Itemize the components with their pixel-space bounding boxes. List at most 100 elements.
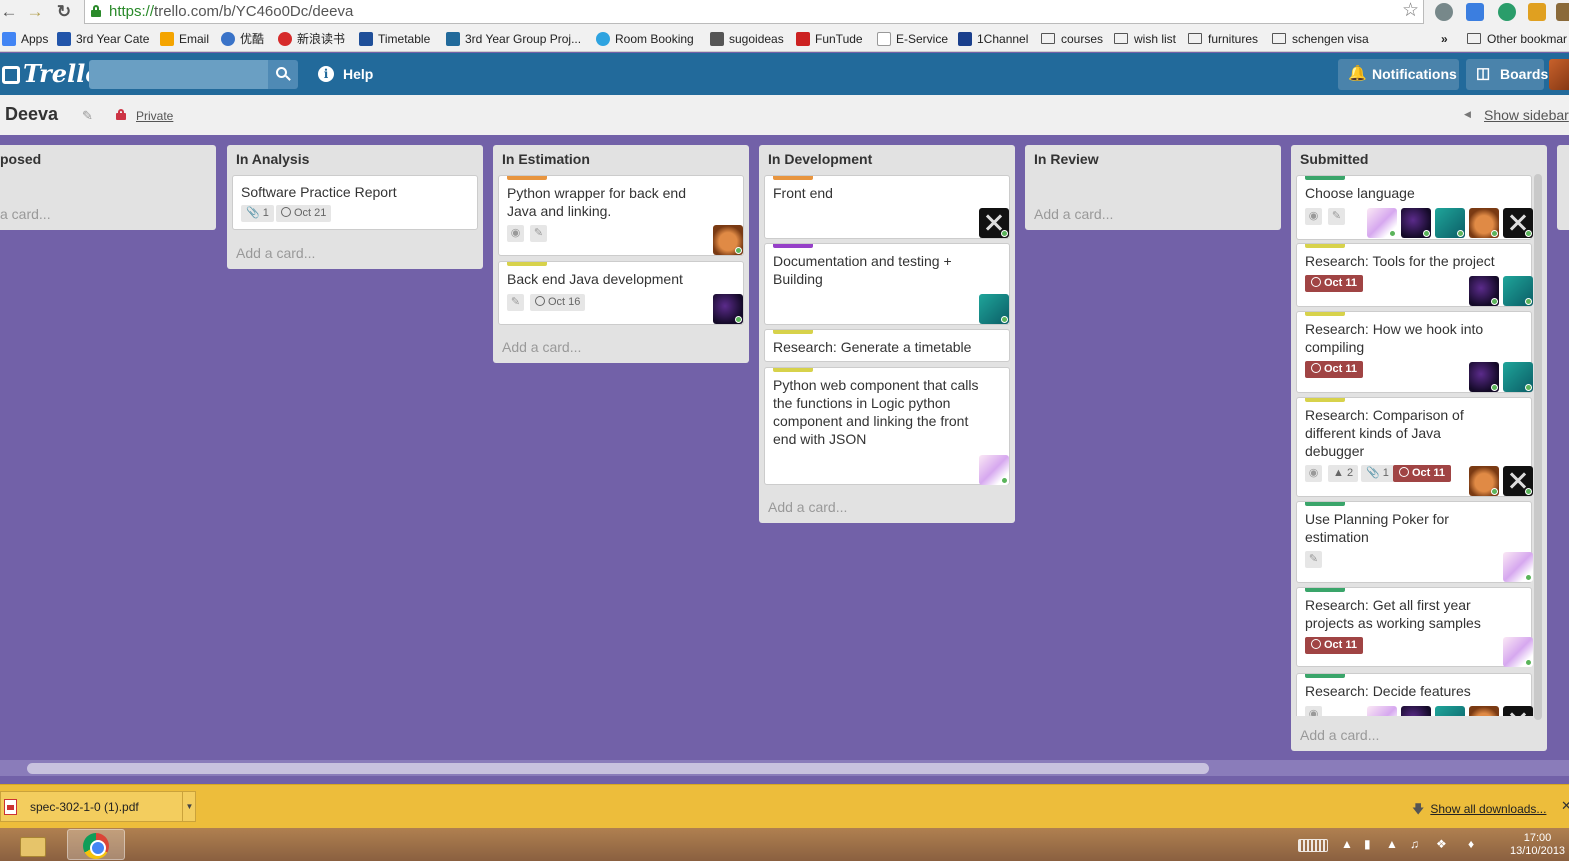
bookmark-folder-furnitures[interactable]: furnitures: [1188, 30, 1258, 48]
help-link[interactable]: i Help: [318, 64, 373, 84]
show-sidebar-link[interactable]: Show sidebar: [1484, 107, 1569, 123]
network-icon[interactable]: ▲: [1386, 837, 1398, 851]
member-avatar[interactable]: [979, 455, 1009, 485]
member-avatar[interactable]: [979, 294, 1009, 324]
close-icon[interactable]: ✕: [1561, 798, 1569, 814]
card[interactable]: Front end: [764, 175, 1010, 239]
dropbox-icon[interactable]: ❖: [1436, 837, 1447, 851]
bluetooth-icon[interactable]: ♦: [1468, 837, 1474, 851]
boards-button[interactable]: ◫ Boards: [1466, 59, 1548, 90]
card[interactable]: Research: Get all first year projects as…: [1296, 587, 1533, 667]
bookmark-3rd-year-cate[interactable]: 3rd Year Cate: [57, 30, 149, 48]
card[interactable]: Choose language ◉ ✎: [1296, 175, 1533, 240]
bookmark-timetable[interactable]: Timetable: [359, 30, 430, 48]
member-avatar[interactable]: [1469, 466, 1499, 496]
explorer-taskbar-button[interactable]: [3, 829, 61, 860]
member-avatar[interactable]: [1435, 706, 1465, 716]
add-card-link[interactable]: a card...: [0, 206, 51, 222]
back-icon[interactable]: ←: [0, 1, 20, 23]
member-avatar[interactable]: [1503, 637, 1533, 667]
tray-expand-icon[interactable]: ▲: [1341, 837, 1353, 851]
system-clock[interactable]: 17:00 13/10/2013: [1510, 832, 1565, 858]
chrome-taskbar-button[interactable]: [67, 829, 125, 860]
member-avatar[interactable]: [1469, 362, 1499, 392]
member-avatar[interactable]: [713, 294, 743, 324]
translate-icon[interactable]: [1466, 3, 1484, 21]
bookmark-folder-wish-list[interactable]: wish list: [1114, 30, 1176, 48]
room-booking-icon: [596, 32, 610, 46]
member-avatar[interactable]: [1503, 362, 1533, 392]
bookmark-sina-reading[interactable]: 新浪读书: [278, 30, 345, 48]
add-card-link[interactable]: Add a card...: [502, 339, 581, 355]
show-all-downloads-link[interactable]: 🡇 Show all downloads...: [1412, 800, 1546, 821]
bookmark-room-booking[interactable]: Room Booking: [596, 30, 694, 48]
forward-icon[interactable]: →: [24, 1, 46, 23]
add-card-link[interactable]: Add a card...: [768, 499, 847, 515]
device-icon[interactable]: ▮: [1364, 837, 1371, 851]
menu-extension-icon[interactable]: [1556, 3, 1569, 21]
bookmark-e-service[interactable]: E-Service: [877, 30, 948, 48]
search-input[interactable]: [89, 60, 268, 89]
member-avatar[interactable]: [713, 225, 743, 255]
member-avatar[interactable]: [1469, 276, 1499, 306]
card[interactable]: Research: Comparison of different kinds …: [1296, 397, 1533, 497]
other-bookmarks[interactable]: Other bookmar: [1467, 30, 1567, 48]
member-avatar[interactable]: [1469, 208, 1499, 238]
member-avatar[interactable]: [1367, 208, 1397, 238]
bookmark-folder-courses[interactable]: courses: [1041, 30, 1103, 48]
add-card-link[interactable]: Add a card...: [1034, 206, 1113, 222]
bookmark-youku[interactable]: 优酷: [221, 30, 264, 48]
flag-extension-icon[interactable]: [1528, 3, 1546, 21]
member-avatar[interactable]: [1503, 706, 1533, 716]
add-card-link[interactable]: Add a card...: [1300, 727, 1379, 743]
keyboard-icon[interactable]: [1298, 839, 1328, 852]
card[interactable]: Research: Generate a timetable: [764, 329, 1010, 362]
card[interactable]: Research: How we hook into compiling Oct…: [1296, 311, 1533, 393]
member-avatar[interactable]: [1401, 706, 1431, 716]
member-avatar[interactable]: [1503, 552, 1533, 582]
member-avatar[interactable]: [1367, 706, 1397, 716]
bookmark-email[interactable]: Email: [160, 30, 209, 48]
member-avatar[interactable]: [1503, 276, 1533, 306]
card[interactable]: Use Planning Poker for estimation ✎: [1296, 501, 1533, 583]
member-avatar[interactable]: [979, 208, 1009, 238]
bookmark-group-project[interactable]: 3rd Year Group Proj...: [446, 30, 581, 48]
board-title[interactable]: Deeva: [5, 104, 58, 125]
bookmark-1channel[interactable]: 1Channel: [958, 30, 1028, 48]
add-card-link[interactable]: Add a card...: [236, 245, 315, 261]
bookmark-folder-schengen-visa[interactable]: schengen visa: [1272, 30, 1369, 48]
bookmarks-overflow-button[interactable]: »: [1441, 30, 1448, 48]
user-avatar[interactable]: [1549, 59, 1569, 90]
download-item[interactable]: spec-302-1-0 (1).pdf ▼: [0, 791, 196, 822]
reload-icon[interactable]: ↻: [53, 1, 75, 23]
visibility-link[interactable]: Private: [136, 109, 173, 123]
trello-logo[interactable]: Trello: [2, 61, 101, 87]
bookmark-funtude[interactable]: FunTude: [796, 30, 863, 48]
board-scrollbar-thumb[interactable]: [27, 763, 1209, 774]
member-avatar[interactable]: [1503, 466, 1533, 496]
list-scrollbar[interactable]: [1534, 174, 1542, 720]
card[interactable]: Research: Tools for the project Oct 11: [1296, 243, 1533, 307]
address-bar[interactable]: https://trello.com/b/YC46o0Dc/deeva ☆: [84, 0, 1424, 24]
card[interactable]: Software Practice Report 📎 1 Oct 21: [232, 175, 478, 230]
card[interactable]: Back end Java development ✎ Oct 16: [498, 261, 744, 325]
chevron-down-icon[interactable]: ▼: [182, 792, 196, 821]
edit-pencil-icon[interactable]: ✎: [82, 108, 93, 124]
checkmark-extension-icon[interactable]: [1498, 3, 1516, 21]
member-avatar[interactable]: [1401, 208, 1431, 238]
bookmark-apps[interactable]: Apps: [2, 30, 48, 48]
member-avatar[interactable]: [1469, 706, 1499, 716]
card[interactable]: Python web component that calls the func…: [764, 367, 1010, 485]
bookmark-star-icon[interactable]: ☆: [1402, 0, 1419, 22]
bookmark-sugoideas[interactable]: sugoideas: [710, 30, 784, 48]
windows-taskbar: ▲ ▮ ▲ ♫ ❖ ♦ 17:00 13/10/2013: [0, 828, 1569, 861]
member-avatar[interactable]: [1435, 208, 1465, 238]
volume-icon[interactable]: ♫: [1410, 837, 1419, 851]
card[interactable]: Research: Decide features ◉: [1296, 673, 1533, 716]
card[interactable]: Python wrapper for back end Java and lin…: [498, 175, 744, 256]
card[interactable]: Documentation and testing + Building: [764, 243, 1010, 325]
extension-icon[interactable]: [1435, 3, 1453, 21]
notifications-button[interactable]: 🔔 Notifications: [1338, 59, 1459, 90]
search-button[interactable]: [268, 60, 298, 89]
member-avatar[interactable]: [1503, 208, 1533, 238]
